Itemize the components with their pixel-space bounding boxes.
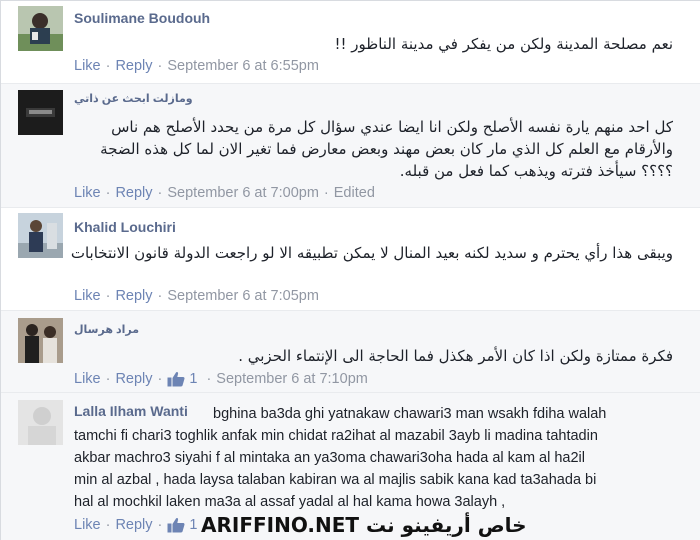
- comment-actions: Like · Reply · 1: [74, 517, 201, 533]
- avatar[interactable]: [18, 90, 63, 135]
- avatar[interactable]: [18, 213, 63, 258]
- thumbs-up-icon[interactable]: [167, 371, 185, 387]
- separator-dot: ·: [157, 371, 163, 387]
- reply-link[interactable]: Reply: [115, 58, 152, 74]
- comment: مراد هرسال فكرة ممتازة ولكن اذا كان الأم…: [1, 310, 700, 392]
- comment-timestamp[interactable]: September 6 at 7:00pm: [167, 185, 319, 201]
- comment-text-line: tamchi fi chari3 toghlik anfak min chida…: [74, 428, 598, 444]
- comment-timestamp[interactable]: September 6 at 7:05pm: [167, 288, 319, 304]
- like-count[interactable]: 1: [189, 517, 197, 533]
- watermark-text: ARIFFINO.NET خاص أريفينو نت: [201, 513, 527, 537]
- like-link[interactable]: Like: [74, 517, 101, 533]
- comment: ومازلت ابحث عن ذاتي كل احد منهم يارة نفس…: [1, 83, 700, 207]
- comment-text-line: akbar machro3 siyahi f al mintaka an ya3…: [74, 450, 586, 466]
- avatar[interactable]: [18, 318, 63, 363]
- separator-dot: ·: [105, 58, 111, 74]
- comment-author[interactable]: ومازلت ابحث عن ذاتي: [74, 92, 193, 105]
- separator-dot: ·: [105, 517, 111, 533]
- like-link[interactable]: Like: [74, 58, 101, 74]
- comments-panel: Soulimane Boudouh نعم مصلحة المدينة ولكن…: [0, 0, 700, 540]
- comment-actions: Like · Reply · September 6 at 7:00pm · E…: [74, 185, 375, 201]
- separator-dot: ·: [105, 288, 111, 304]
- separator-dot: ·: [157, 517, 163, 533]
- edited-label[interactable]: Edited: [334, 185, 375, 201]
- like-count[interactable]: 1: [189, 371, 197, 387]
- comment-author[interactable]: Soulimane Boudouh: [74, 10, 210, 26]
- comment-text-line: min al azbal , hada laysa talaban kabira…: [74, 472, 597, 488]
- comment-text: ويبقى هذا رأي يحترم و سديد لكنه بعيد الم…: [70, 244, 673, 262]
- separator-dot: ·: [157, 288, 163, 304]
- separator-dot: ·: [206, 371, 212, 387]
- comment-text-line: bghina ba3da ghi yatnakaw chawari3 man w…: [213, 406, 607, 422]
- comment-actions: Like · Reply · September 6 at 7:05pm: [74, 288, 319, 304]
- comment-text: فكرة ممتازة ولكن اذا كان الأمر هكذل فما …: [238, 347, 673, 365]
- comment: Khalid Louchiri ويبقى هذا رأي يحترم و سد…: [1, 207, 700, 310]
- thumbs-up-icon[interactable]: [167, 517, 185, 533]
- reply-link[interactable]: Reply: [115, 185, 152, 201]
- comment-timestamp[interactable]: September 6 at 7:10pm: [216, 371, 368, 387]
- separator-dot: ·: [157, 58, 163, 74]
- separator-dot: ·: [105, 371, 111, 387]
- comment-author[interactable]: Lalla Ilham Wanti: [74, 403, 188, 419]
- comment-author[interactable]: Khalid Louchiri: [74, 219, 176, 235]
- comment-actions: Like · Reply · September 6 at 6:55pm: [74, 58, 319, 74]
- comment-timestamp[interactable]: September 6 at 6:55pm: [167, 58, 319, 74]
- comment: Soulimane Boudouh نعم مصلحة المدينة ولكن…: [1, 1, 700, 83]
- separator-dot: ·: [105, 185, 111, 201]
- separator-dot: ·: [157, 185, 163, 201]
- comment-actions: Like · Reply · 1 · September 6 at 7:10pm: [74, 371, 368, 387]
- separator-dot: ·: [323, 185, 329, 201]
- avatar[interactable]: [18, 400, 63, 445]
- reply-link[interactable]: Reply: [115, 517, 152, 533]
- reply-link[interactable]: Reply: [115, 288, 152, 304]
- comment-text: كل احد منهم يارة نفسه الأصلح ولكن انا اي…: [100, 118, 673, 180]
- like-link[interactable]: Like: [74, 288, 101, 304]
- comment-text-line: hal al mochkil laken ma3a al assaf yadal…: [74, 494, 506, 510]
- like-link[interactable]: Like: [74, 185, 101, 201]
- comment-author[interactable]: مراد هرسال: [74, 323, 139, 336]
- like-link[interactable]: Like: [74, 371, 101, 387]
- reply-link[interactable]: Reply: [115, 371, 152, 387]
- avatar[interactable]: [18, 6, 63, 51]
- comment-text: نعم مصلحة المدينة ولكن من يفكر في مدينة …: [334, 35, 673, 53]
